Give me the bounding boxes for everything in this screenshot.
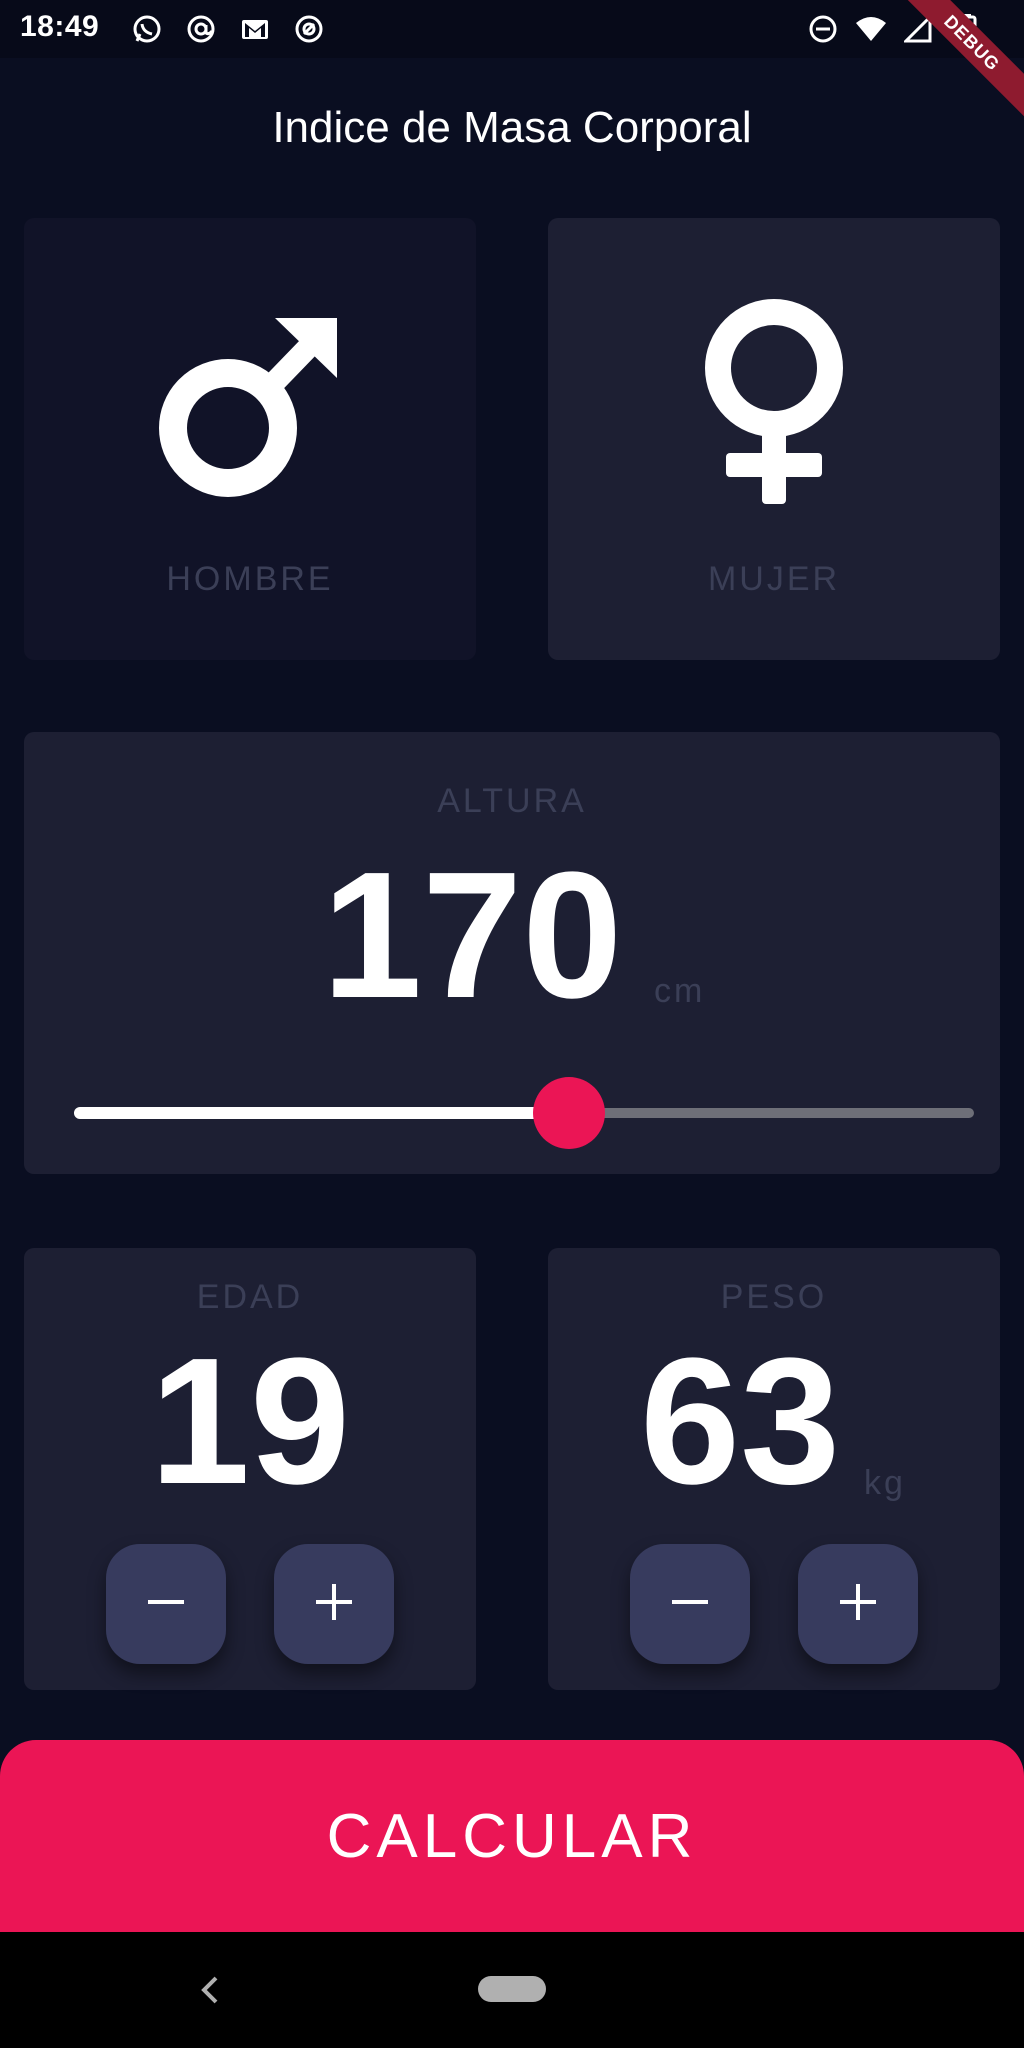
status-time: 18:49 [20,10,100,43]
minus-icon [672,1584,708,1625]
age-label: EDAD [196,1278,304,1316]
weight-value: 63 [640,1321,841,1522]
venus-icon [694,296,854,521]
age-increment-button[interactable] [274,1544,394,1664]
age-decrement-button[interactable] [106,1544,226,1664]
screen: 18:49 DEBUG Indice de Masa Corporal HOMB… [0,0,1024,2048]
mars-icon [155,308,345,513]
calculate-button[interactable]: CALCULAR [0,1740,1024,1932]
calculate-button-label: CALCULAR [326,1801,698,1871]
app-bar: Indice de Masa Corporal [0,58,1024,198]
gender-card-male[interactable]: HOMBRE [24,218,476,660]
at-sign-icon [184,12,218,46]
home-pill-icon[interactable] [478,1976,546,2002]
weight-decrement-button[interactable] [630,1544,750,1664]
weight-increment-button[interactable] [798,1544,918,1664]
page-title: Indice de Masa Corporal [272,103,752,152]
slider-track-active[interactable] [74,1107,569,1119]
gmail-icon [238,12,272,46]
wifi-icon [854,12,888,46]
do-not-disturb-icon [806,12,840,46]
gender-card-female[interactable]: MUJER [548,218,1000,660]
height-card: ALTURA 170 cm [24,732,1000,1174]
at-sign-icon [292,12,326,46]
height-value: 170 [322,835,623,1036]
plus-icon [316,1583,352,1625]
weight-card: PESO 63 kg [548,1248,1000,1690]
system-nav-bar [0,1932,1024,2048]
age-value: 19 [149,1321,351,1522]
gender-label-female: MUJER [707,560,841,598]
gender-label-male: HOMBRE [166,560,334,598]
whatsapp-icon [130,12,164,46]
plus-icon [840,1583,876,1625]
slider-thumb[interactable] [533,1077,605,1149]
weight-unit: kg [864,1464,906,1502]
height-unit: cm [654,972,706,1010]
minus-icon [148,1584,184,1625]
age-card: EDAD 19 [24,1248,476,1690]
back-icon[interactable] [190,1966,230,2014]
height-label: ALTURA [437,782,587,820]
status-bar: 18:49 DEBUG [0,0,1024,125]
notification-icons [130,12,326,46]
weight-label: PESO [720,1278,828,1316]
